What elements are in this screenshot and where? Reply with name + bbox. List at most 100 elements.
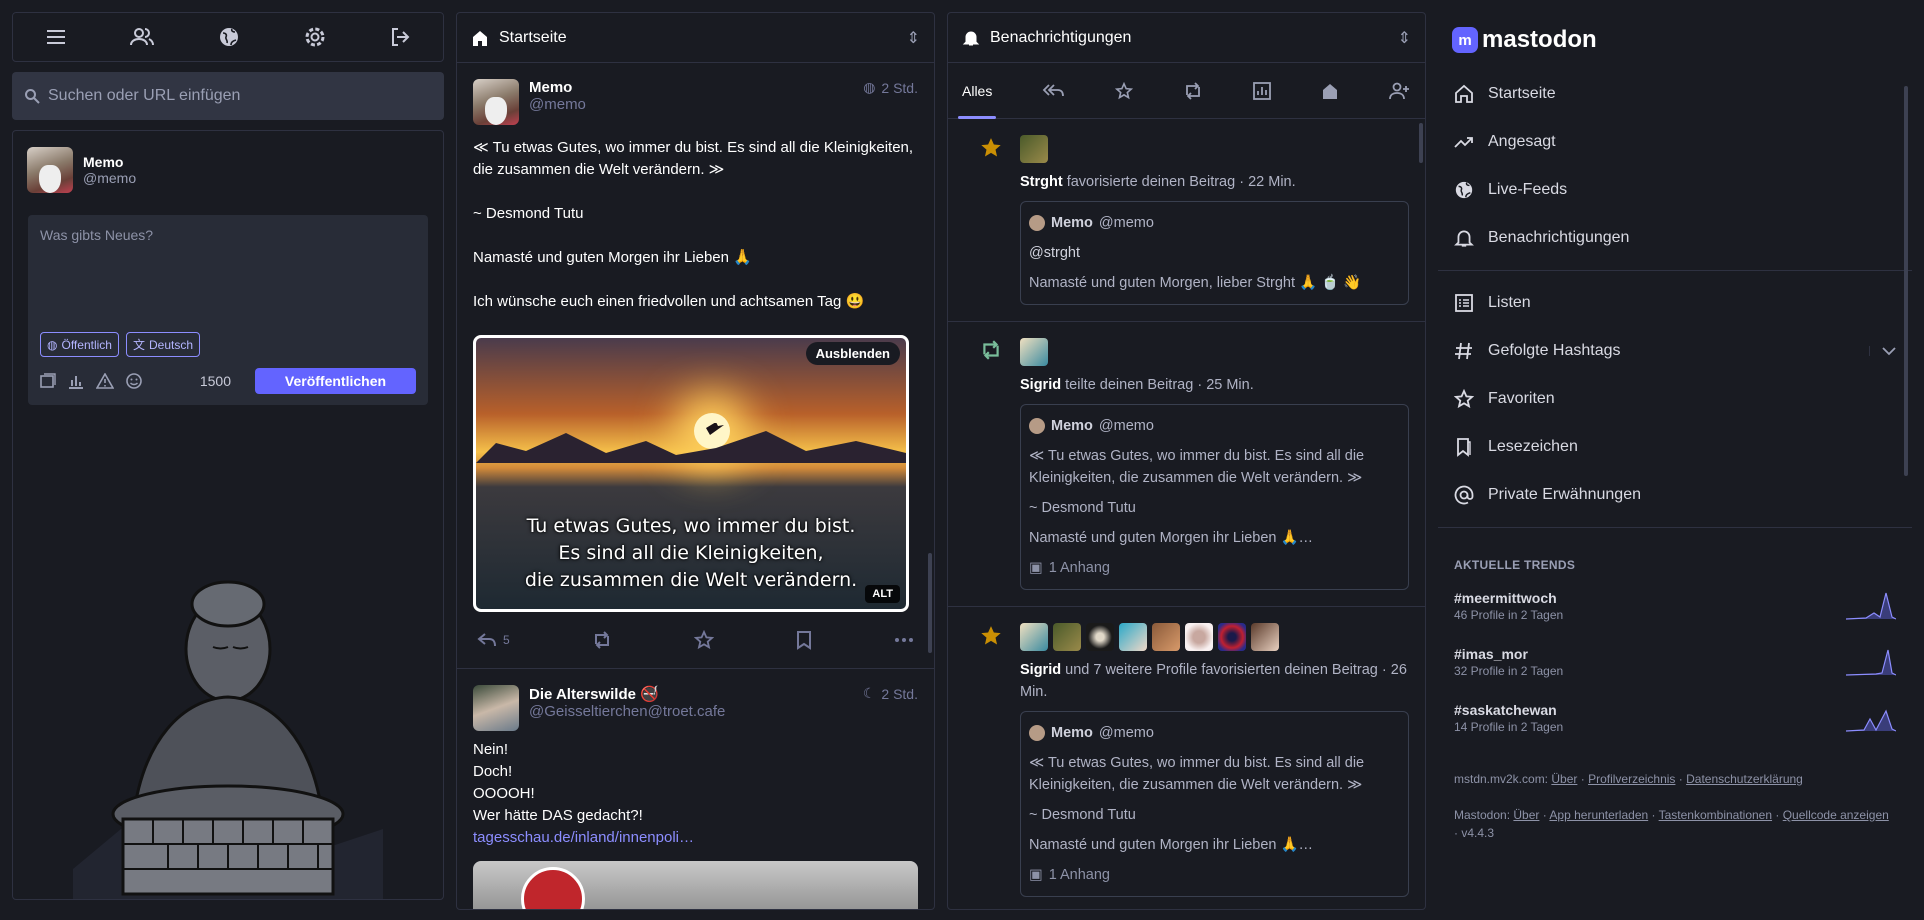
chevron-down-icon[interactable] <box>1869 346 1896 356</box>
scrollbar[interactable] <box>1419 123 1423 163</box>
boosts-tab-icon[interactable] <box>1183 81 1203 100</box>
more-icon[interactable] <box>894 637 914 643</box>
quoted-text: Namasté und guten Morgen ihr Lieben 🙏… <box>1029 530 1314 546</box>
boost-icon[interactable] <box>592 631 612 649</box>
menu-icon[interactable] <box>45 28 67 46</box>
display-name[interactable]: Memo <box>529 79 586 96</box>
warning-icon[interactable] <box>96 373 114 389</box>
hide-media-button[interactable]: Ausblenden <box>805 342 900 365</box>
bookmark-icon[interactable] <box>796 630 812 650</box>
visibility-button[interactable]: ◍ Öffentlich <box>40 332 119 357</box>
footer-link[interactable]: App herunterladen <box>1549 808 1648 822</box>
follows-tab-icon[interactable] <box>1389 82 1411 100</box>
actor-name[interactable]: Sigrid <box>1020 662 1061 678</box>
poll-icon[interactable] <box>68 373 84 389</box>
publish-button[interactable]: Veröffentlichen <box>255 368 416 394</box>
trend-item[interactable]: #saskatchewan 14 Profile in 2 Tagen <box>1438 684 1912 740</box>
home-column-header[interactable]: Startseite ⇕ <box>457 13 934 63</box>
status-post[interactable]: Memo @memo ◍ 2 Std. ≪ Tu etwas Gutes, wo i… <box>457 63 934 669</box>
footer-link[interactable]: Tastenkombinationen <box>1659 808 1772 822</box>
nav-item-lists[interactable]: Listen <box>1438 279 1912 327</box>
trend-item[interactable]: #imas_mor 32 Profile in 2 Tagen <box>1438 628 1912 684</box>
logout-icon[interactable] <box>389 26 411 48</box>
post-time[interactable]: 2 Std. <box>881 686 918 702</box>
reply-button[interactable]: 5 <box>477 632 510 648</box>
avatar[interactable] <box>1119 623 1147 651</box>
column-settings-icon[interactable]: ⇕ <box>907 28 920 48</box>
emoji-icon[interactable] <box>126 373 142 389</box>
post-image[interactable]: Tu etwas Gutes, wo immer du bist. Es sin… <box>473 335 909 612</box>
nav-item-private-mentions[interactable]: Private Erwähnungen <box>1438 471 1912 519</box>
home-tab-icon[interactable] <box>1321 82 1339 100</box>
language-button[interactable]: 文 Deutsch <box>125 332 201 357</box>
search-input[interactable]: Suchen oder URL einfügen <box>12 72 444 120</box>
favourite-icon[interactable] <box>693 630 714 650</box>
people-icon[interactable] <box>130 27 155 47</box>
footer-link[interactable]: Profilverzeichnis <box>1588 772 1675 786</box>
avatar[interactable] <box>1218 623 1246 651</box>
avatar[interactable] <box>1020 338 1048 366</box>
avatar-group <box>1020 623 1409 651</box>
bookmark-icon <box>1454 437 1474 457</box>
avatar[interactable] <box>1020 135 1048 163</box>
mentions-tab-icon[interactable] <box>1042 82 1065 100</box>
nav-label: Startseite <box>1488 85 1556 102</box>
scrollbar[interactable] <box>928 553 932 653</box>
account-handle[interactable]: @Geisseltierchen@troet.cafe <box>529 703 725 720</box>
favourites-tab-icon[interactable] <box>1114 81 1133 100</box>
nav-item-favourites[interactable]: Favoriten <box>1438 375 1912 423</box>
column-settings-icon[interactable]: ⇕ <box>1398 28 1411 48</box>
compose-textarea[interactable]: Was gibts Neues? <box>28 215 428 255</box>
notification-boost[interactable]: Sigrid teilte deinen Beitrag · 25 Min. M… <box>948 322 1425 607</box>
avatar[interactable] <box>473 685 519 731</box>
current-account[interactable]: Memo @memo <box>13 131 443 193</box>
avatar[interactable] <box>473 79 519 125</box>
mastodon-logo[interactable]: m mastodon <box>1452 26 1912 54</box>
alt-badge[interactable]: ALT <box>865 585 900 603</box>
notification-favourite[interactable]: Strght favorisierte deinen Beitrag · 22 … <box>948 119 1425 322</box>
avatar[interactable] <box>1251 623 1279 651</box>
post-line: OOOOH! <box>473 785 535 802</box>
image-upload-icon[interactable] <box>40 373 56 389</box>
nav-item-home[interactable]: Startseite <box>1438 70 1912 118</box>
attachment-count: 1 Anhang <box>1048 560 1110 576</box>
post-link[interactable]: tagesschau.de/inland/innenpoli… <box>473 827 918 849</box>
post-time[interactable]: 2 Std. <box>881 80 918 96</box>
avatar[interactable] <box>1152 623 1180 651</box>
post-image[interactable] <box>473 861 918 909</box>
avatar[interactable] <box>1185 623 1213 651</box>
avatar[interactable] <box>27 147 73 193</box>
nav-item-notifications[interactable]: Benachrichtigungen <box>1438 214 1912 262</box>
globe-icon[interactable] <box>218 26 240 48</box>
quoted-post[interactable]: Memo @memo ≪ Tu etwas Gutes, wo immer du … <box>1020 404 1409 590</box>
footer-link[interactable]: Quellcode anzeigen <box>1783 808 1889 822</box>
actor-name[interactable]: Sigrid <box>1020 377 1061 393</box>
notifications-column-header[interactable]: Benachrichtigungen ⇕ <box>948 13 1425 63</box>
nav-item-followed-hashtags[interactable]: Gefolgte Hashtags <box>1438 327 1912 375</box>
footer-link[interactable]: Datenschutzerklärung <box>1686 772 1803 786</box>
actor-name[interactable]: Strght <box>1020 174 1063 190</box>
gear-icon[interactable] <box>304 26 326 48</box>
avatar[interactable] <box>1020 623 1048 651</box>
mastodon-logo-icon: m <box>1452 27 1478 53</box>
nav-label: Live-Feeds <box>1488 181 1568 198</box>
polls-tab-icon[interactable] <box>1252 81 1271 100</box>
avatar[interactable] <box>1053 623 1081 651</box>
footer-link[interactable]: Über <box>1551 772 1577 786</box>
visibility-label: Öffentlich <box>61 337 112 352</box>
quoted-post[interactable]: Memo @memo ≪ Tu etwas Gutes, wo immer du … <box>1020 711 1409 897</box>
status-post[interactable]: Die Alterswilde 🚭 @Geisseltierchen@troet.… <box>457 669 934 909</box>
nav-item-bookmarks[interactable]: Lesezeichen <box>1438 423 1912 471</box>
quoted-post[interactable]: Memo @memo @strght Namasté und guten Morg… <box>1020 201 1409 305</box>
image-icon: ▣ <box>1029 560 1043 576</box>
tab-all[interactable]: Alles <box>957 83 997 119</box>
trend-item[interactable]: #meermittwoch 46 Profile in 2 Tagen <box>1438 572 1912 628</box>
avatar[interactable] <box>1086 623 1114 651</box>
account-handle[interactable]: @memo <box>529 96 586 113</box>
notification-favourite-group[interactable]: Sigrid und 7 weitere Profile favorisiert… <box>948 607 1425 909</box>
footer-link[interactable]: Über <box>1513 808 1539 822</box>
nav-item-live-feeds[interactable]: Live-Feeds <box>1438 166 1912 214</box>
display-name[interactable]: Die Alterswilde 🚭 <box>529 685 725 703</box>
scrollbar[interactable] <box>1904 86 1908 476</box>
nav-item-trending[interactable]: Angesagt <box>1438 118 1912 166</box>
